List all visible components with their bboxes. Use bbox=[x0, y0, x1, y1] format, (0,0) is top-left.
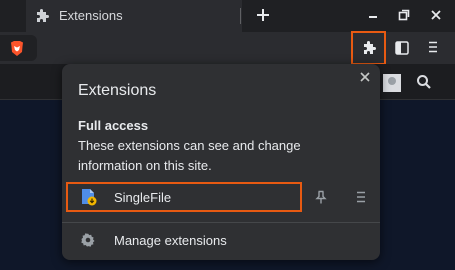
extension-item-singlefile[interactable]: SingleFile bbox=[66, 182, 302, 212]
puzzle-icon bbox=[364, 41, 376, 54]
pin-button[interactable] bbox=[314, 190, 328, 204]
toolbar bbox=[0, 32, 455, 64]
brave-lion-icon[interactable] bbox=[9, 40, 25, 57]
sidebar-button[interactable] bbox=[395, 41, 409, 55]
minimize-icon bbox=[369, 16, 377, 18]
popup-title: Extensions bbox=[78, 82, 157, 99]
hamburger-menu-icon bbox=[429, 41, 437, 53]
close-icon bbox=[360, 72, 370, 82]
section-description: These extensions can see and change info… bbox=[78, 138, 301, 173]
tab-extensions[interactable]: Extensions bbox=[26, 0, 242, 32]
tab-title: Extensions bbox=[59, 8, 123, 23]
extension-menu-button[interactable] bbox=[354, 190, 368, 204]
extension-name: SingleFile bbox=[114, 190, 172, 205]
gear-icon bbox=[80, 232, 96, 248]
manage-extensions-item[interactable]: Manage extensions bbox=[62, 226, 380, 254]
sidebar-icon bbox=[395, 41, 409, 55]
extensions-button[interactable] bbox=[351, 31, 386, 65]
section-heading: Full access bbox=[78, 118, 149, 133]
puzzle-icon bbox=[34, 8, 50, 24]
divider bbox=[62, 222, 380, 223]
restore-button[interactable] bbox=[395, 6, 413, 24]
plus-icon bbox=[257, 9, 269, 21]
avatar[interactable] bbox=[383, 74, 401, 92]
manage-extensions-label: Manage extensions bbox=[114, 233, 227, 248]
restore-icon bbox=[398, 9, 410, 21]
tab-strip: Extensions bbox=[0, 0, 455, 32]
search-icon[interactable] bbox=[416, 74, 432, 90]
singlefile-icon bbox=[80, 188, 98, 206]
address-bar[interactable] bbox=[0, 35, 37, 61]
close-window-button[interactable] bbox=[427, 6, 445, 24]
hamburger-menu-icon bbox=[357, 191, 365, 203]
new-tab-button[interactable] bbox=[254, 6, 272, 24]
close-icon bbox=[431, 10, 441, 20]
popup-close-button[interactable] bbox=[358, 70, 372, 84]
minimize-button[interactable] bbox=[364, 6, 382, 24]
main-menu-button[interactable] bbox=[426, 40, 440, 54]
pin-icon bbox=[315, 190, 327, 204]
extensions-popup: Extensions Full access These extensions … bbox=[62, 64, 380, 260]
tab-separator bbox=[240, 8, 241, 24]
